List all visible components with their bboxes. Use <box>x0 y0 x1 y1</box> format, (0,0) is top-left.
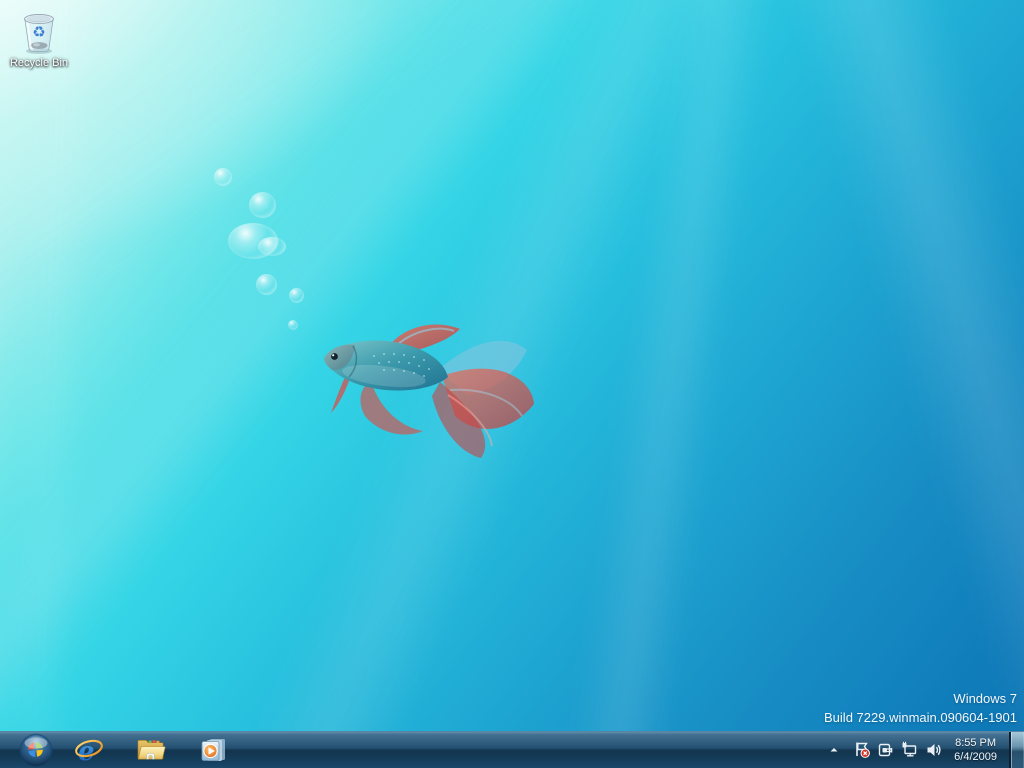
bubble <box>258 237 286 256</box>
bubble <box>288 320 298 330</box>
network-status-button[interactable] <box>900 740 920 760</box>
media-player-icon <box>198 736 228 764</box>
taskbar-button-media-player[interactable] <box>198 735 228 765</box>
bubble <box>249 192 276 218</box>
internet-explorer-icon: e <box>74 735 104 765</box>
flag-error-icon <box>853 741 871 759</box>
action-center-button[interactable] <box>852 740 872 760</box>
volume-button[interactable] <box>924 740 944 760</box>
wired-network-icon <box>901 741 919 759</box>
taskbar-button-internet-explorer[interactable]: e <box>74 735 104 765</box>
recycle-bin-icon: ♻ <box>16 8 62 56</box>
watermark-line2: Build 7229.winmain.090604-1901 <box>824 708 1017 727</box>
betta-fish-illustration <box>300 300 540 470</box>
desktop: ♻ Recycle Bin Windows 7 Build 7229.winma… <box>0 0 1024 768</box>
clock-date: 6/4/2009 <box>954 750 997 764</box>
bubble <box>256 274 277 295</box>
desktop-icon-recycle-bin[interactable]: ♻ Recycle Bin <box>6 8 72 70</box>
start-button[interactable] <box>19 733 53 767</box>
bubble <box>214 168 232 186</box>
folder-icon <box>136 737 166 763</box>
show-desktop-button[interactable] <box>1009 732 1024 768</box>
build-watermark: Windows 7 Build 7229.winmain.090604-1901 <box>824 689 1017 727</box>
svg-text:♻: ♻ <box>32 23 45 41</box>
power-plug-icon <box>877 741 895 759</box>
show-hidden-icons-button[interactable] <box>824 740 844 760</box>
windows-start-orb-icon <box>19 733 53 767</box>
desktop-icon-label: Recycle Bin <box>6 57 72 70</box>
taskbar-button-windows-explorer[interactable] <box>136 735 166 765</box>
chevron-up-icon <box>828 744 840 756</box>
notification-area: 8:55 PM 6/4/2009 <box>822 732 1024 768</box>
speaker-icon <box>925 741 943 759</box>
watermark-line1: Windows 7 <box>824 689 1017 708</box>
taskbar: e <box>0 731 1024 768</box>
taskbar-clock[interactable]: 8:55 PM 6/4/2009 <box>954 736 997 764</box>
clock-time: 8:55 PM <box>954 736 997 750</box>
wallpaper: ♻ Recycle Bin Windows 7 Build 7229.winma… <box>0 0 1024 768</box>
power-status-button[interactable] <box>876 740 896 760</box>
